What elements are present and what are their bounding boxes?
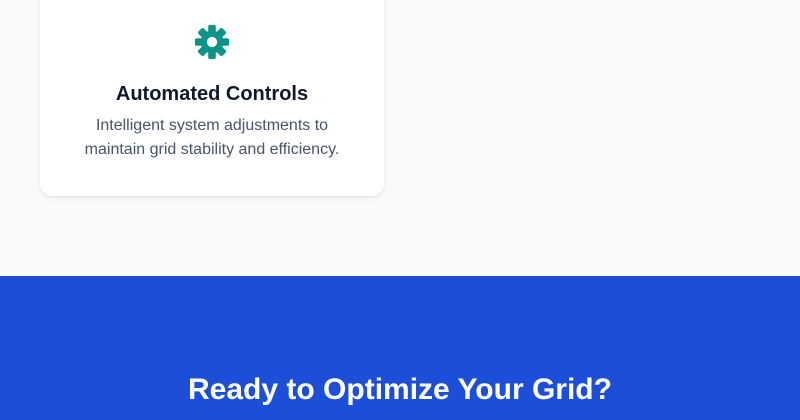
page: Automated Controls Intelligent system ad… — [0, 0, 800, 420]
automated-controls-card: Automated Controls Intelligent system ad… — [40, 0, 384, 196]
features-section: Automated Controls Intelligent system ad… — [0, 0, 800, 276]
cta-heading: Ready to Optimize Your Grid? — [188, 373, 612, 406]
feature-description: Intelligent system adjustments to mainta… — [84, 117, 340, 158]
cta-section: Ready to Optimize Your Grid? — [0, 276, 800, 420]
feature-title: Automated Controls — [115, 83, 309, 105]
gear-icon — [193, 23, 231, 61]
